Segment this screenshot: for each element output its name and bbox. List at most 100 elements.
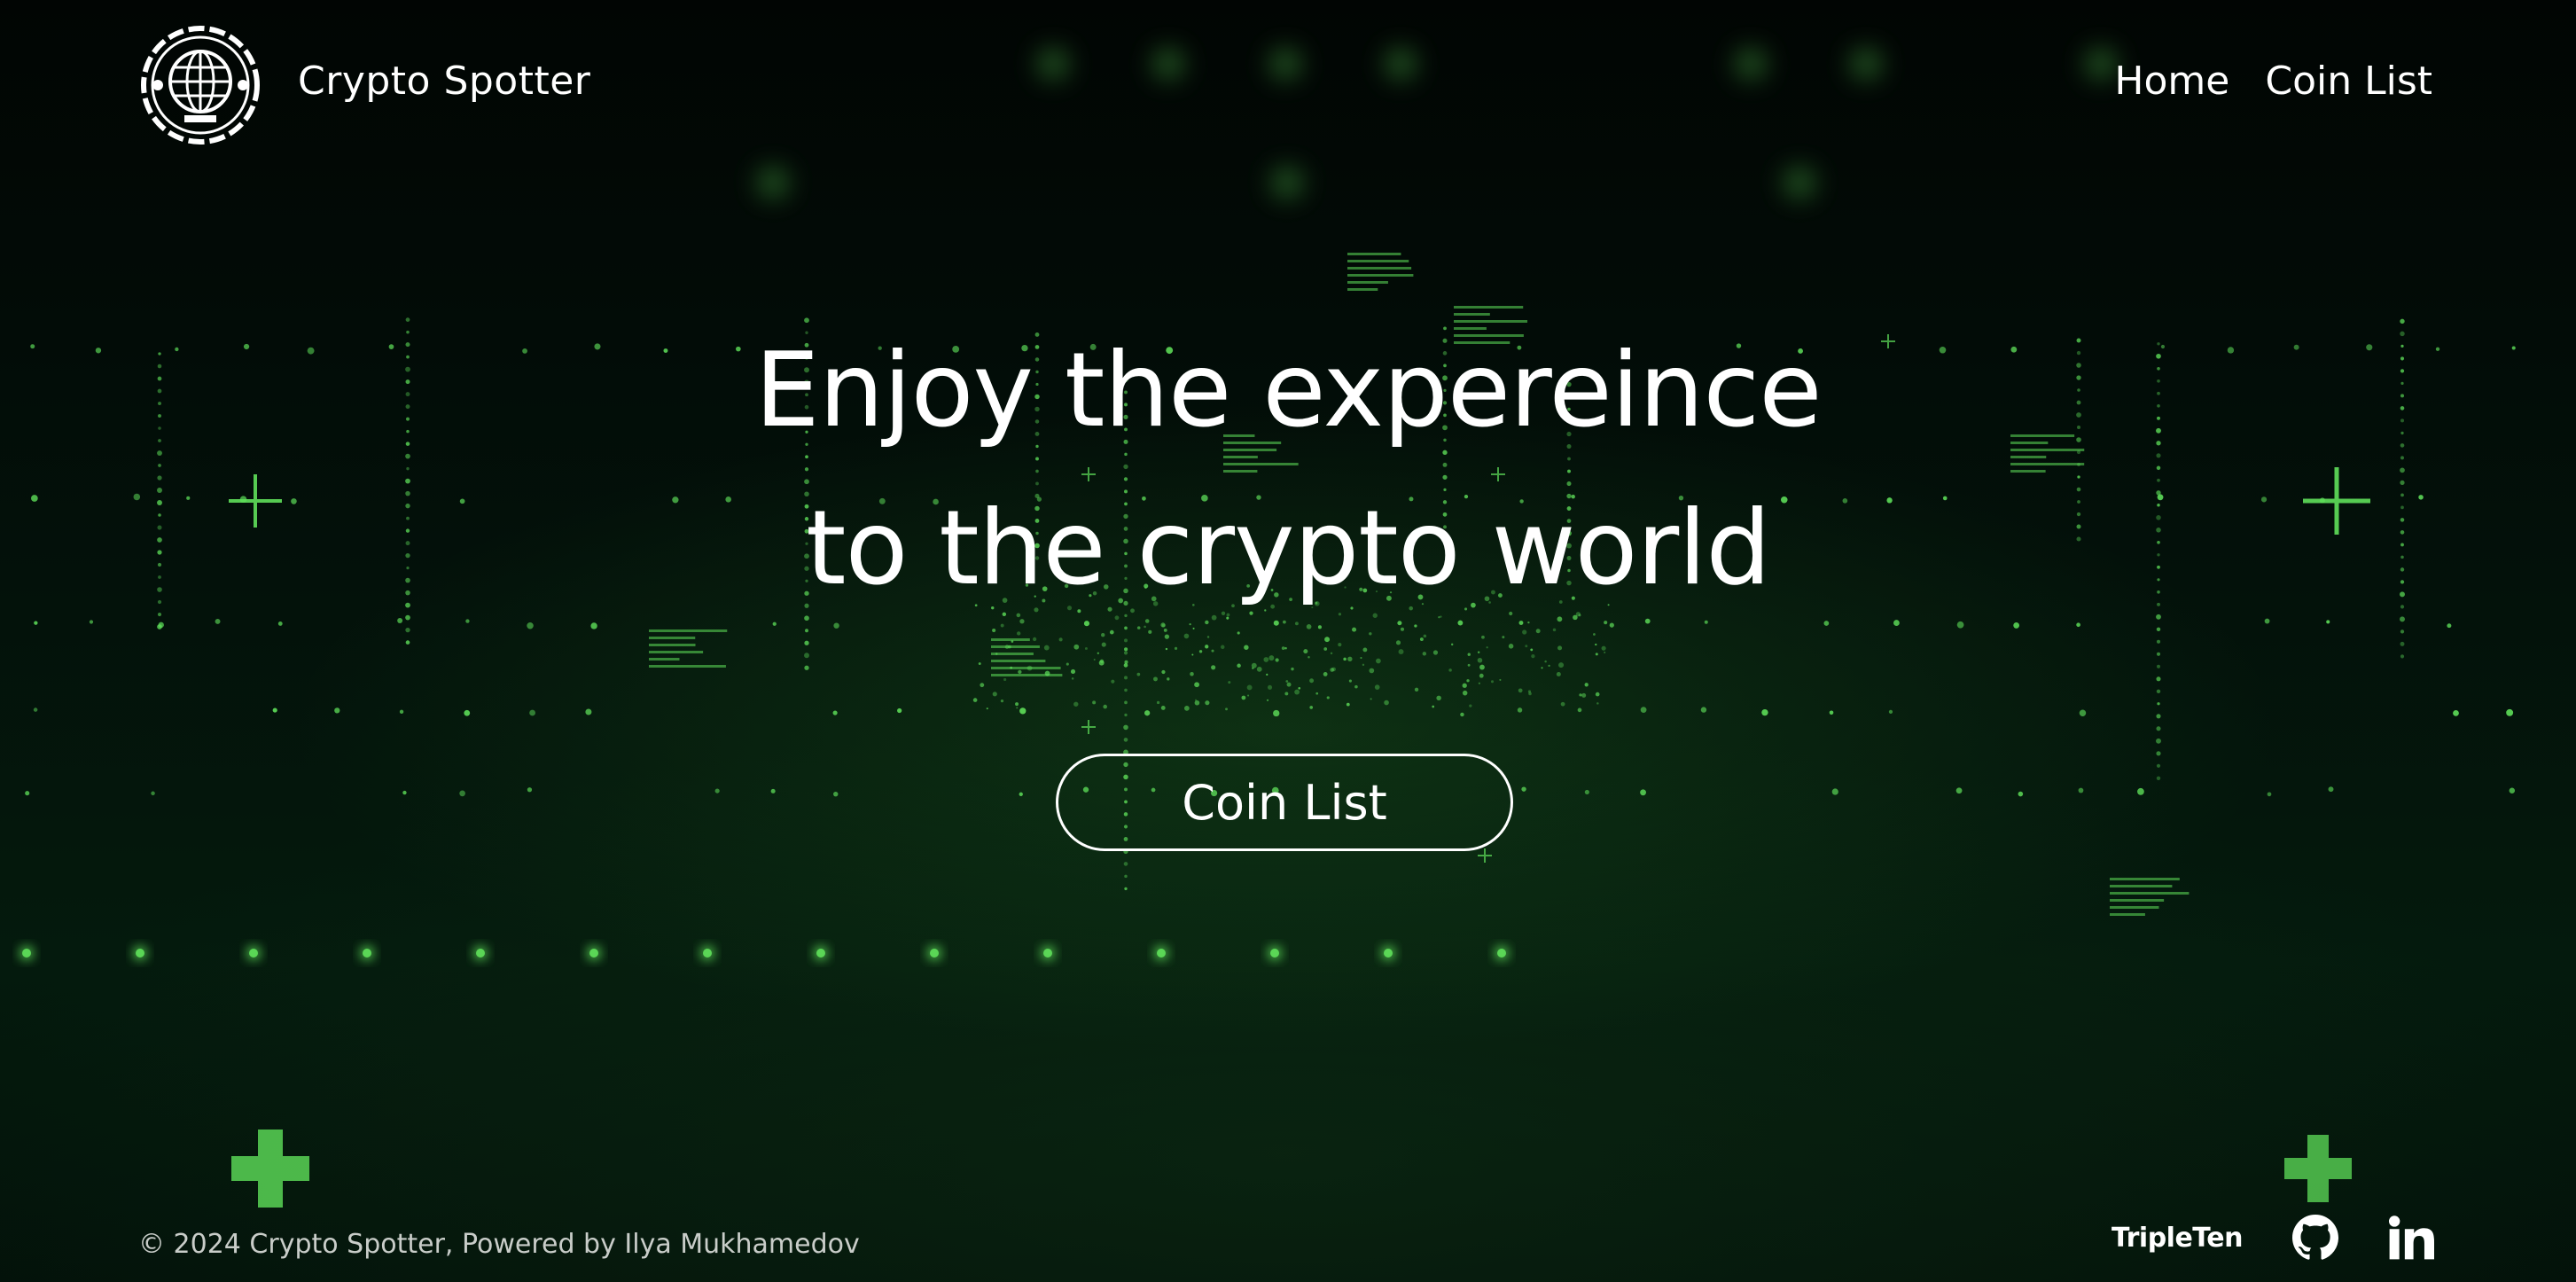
bg-dot xyxy=(833,791,839,797)
github-icon[interactable] xyxy=(2292,1215,2338,1261)
bg-dot xyxy=(1190,671,1194,676)
bg-dot xyxy=(1244,645,1249,650)
bg-dot xyxy=(1269,48,1301,80)
bg-dot xyxy=(1548,664,1550,668)
sparkle-plus xyxy=(231,1130,309,1208)
bg-dot xyxy=(1348,679,1353,683)
bg-dot xyxy=(1595,692,1600,697)
bg-dot xyxy=(307,347,315,355)
coin-list-button[interactable]: Coin List xyxy=(1056,754,1513,851)
bg-dot xyxy=(1829,710,1834,715)
bg-dot xyxy=(1556,671,1561,676)
bg-dot xyxy=(1270,949,1279,958)
bg-dot xyxy=(1294,689,1300,695)
bg-dot xyxy=(1595,643,1597,646)
bg-dot xyxy=(1205,645,1209,649)
bg-dot xyxy=(158,439,161,442)
bg-dot xyxy=(2400,629,2405,634)
bg-dot xyxy=(246,946,261,960)
linkedin-icon[interactable] xyxy=(2388,1215,2434,1261)
bg-dot xyxy=(1593,633,1596,636)
bg-dot xyxy=(1478,682,1480,684)
bg-dot xyxy=(1241,695,1246,700)
bg-dot xyxy=(1246,684,1253,691)
code-glyph xyxy=(991,667,1061,669)
bg-dot xyxy=(2509,787,2516,793)
bg-dot xyxy=(1070,668,1076,675)
bg-dot xyxy=(1124,676,1128,680)
bg-dot xyxy=(1330,652,1333,655)
bg-dot xyxy=(1037,48,1069,80)
bg-dot xyxy=(2400,641,2405,646)
bg-dot xyxy=(1376,658,1381,664)
bg-dot xyxy=(1423,634,1427,638)
bg-dot xyxy=(157,587,162,592)
code-glyph xyxy=(1347,267,1412,270)
bg-dot xyxy=(2400,518,2405,522)
bg-dot xyxy=(2156,689,2161,694)
bg-dot xyxy=(33,707,38,712)
bg-dot xyxy=(34,621,38,625)
bg-dot xyxy=(1228,681,1231,684)
bg-dot xyxy=(157,500,162,505)
bg-dot xyxy=(804,665,809,670)
tripleten-link[interactable]: TripleTen xyxy=(2112,1223,2244,1254)
bg-dot xyxy=(1041,946,1055,960)
bg-dot xyxy=(95,348,102,354)
bg-dot xyxy=(2328,786,2334,793)
bg-dot xyxy=(814,946,828,960)
bg-dot xyxy=(2400,493,2404,497)
bg-dot xyxy=(388,344,394,349)
bg-dot xyxy=(157,537,162,543)
bg-dot xyxy=(2156,627,2161,632)
bg-dot xyxy=(402,790,407,795)
bg-dot xyxy=(2085,48,2117,80)
globe-gear-icon[interactable] xyxy=(138,23,262,147)
bg-dot xyxy=(1073,644,1080,650)
bg-dot xyxy=(1286,682,1292,687)
bg-dot xyxy=(1099,659,1105,663)
bg-dot xyxy=(2260,496,2268,503)
code-glyph xyxy=(2110,878,2180,880)
bg-dot xyxy=(1303,649,1308,654)
bg-dot xyxy=(2157,702,2160,706)
bg-dot xyxy=(2400,505,2404,510)
bg-dot xyxy=(334,707,340,714)
bg-dot xyxy=(1291,667,1294,671)
bg-dot xyxy=(1502,636,1505,639)
bg-dot xyxy=(1044,670,1050,676)
bg-dot xyxy=(1432,705,1435,708)
bg-dot xyxy=(1281,646,1285,650)
bg-dot xyxy=(585,708,592,715)
sparkle-plus xyxy=(1081,720,1096,734)
bg-dot xyxy=(2400,654,2405,659)
footer-links: TripleTen xyxy=(2112,1215,2434,1261)
bg-dot xyxy=(2400,431,2404,435)
nav-coin-list[interactable]: Coin List xyxy=(2265,59,2432,104)
bg-dot xyxy=(2078,787,2084,793)
bg-dot xyxy=(1369,632,1372,636)
bg-dot xyxy=(527,787,533,793)
bg-dot xyxy=(1535,629,1541,634)
bg-dot xyxy=(1544,660,1547,663)
bg-dot xyxy=(1323,647,1328,651)
bg-dot xyxy=(1479,673,1484,678)
bg-dot xyxy=(158,402,161,405)
bg-dot xyxy=(2400,530,2405,535)
bg-dot xyxy=(2400,418,2405,423)
bg-dot xyxy=(1640,789,1646,796)
bg-dot xyxy=(2319,497,2325,504)
bg-dot xyxy=(1123,663,1128,668)
brand-name[interactable]: Crypto Spotter xyxy=(298,59,590,104)
bg-dot xyxy=(2400,567,2405,572)
bg-dot xyxy=(2418,495,2424,500)
bg-dot xyxy=(2156,714,2161,719)
nav-home[interactable]: Home xyxy=(2114,59,2229,104)
bg-dot xyxy=(2453,709,2459,716)
bg-dot xyxy=(1557,645,1563,651)
bg-dot xyxy=(2400,616,2405,622)
bg-dot xyxy=(1338,643,1342,647)
bg-dot xyxy=(1211,649,1214,653)
bg-dot xyxy=(2400,318,2405,324)
bg-dot xyxy=(1268,655,1275,661)
